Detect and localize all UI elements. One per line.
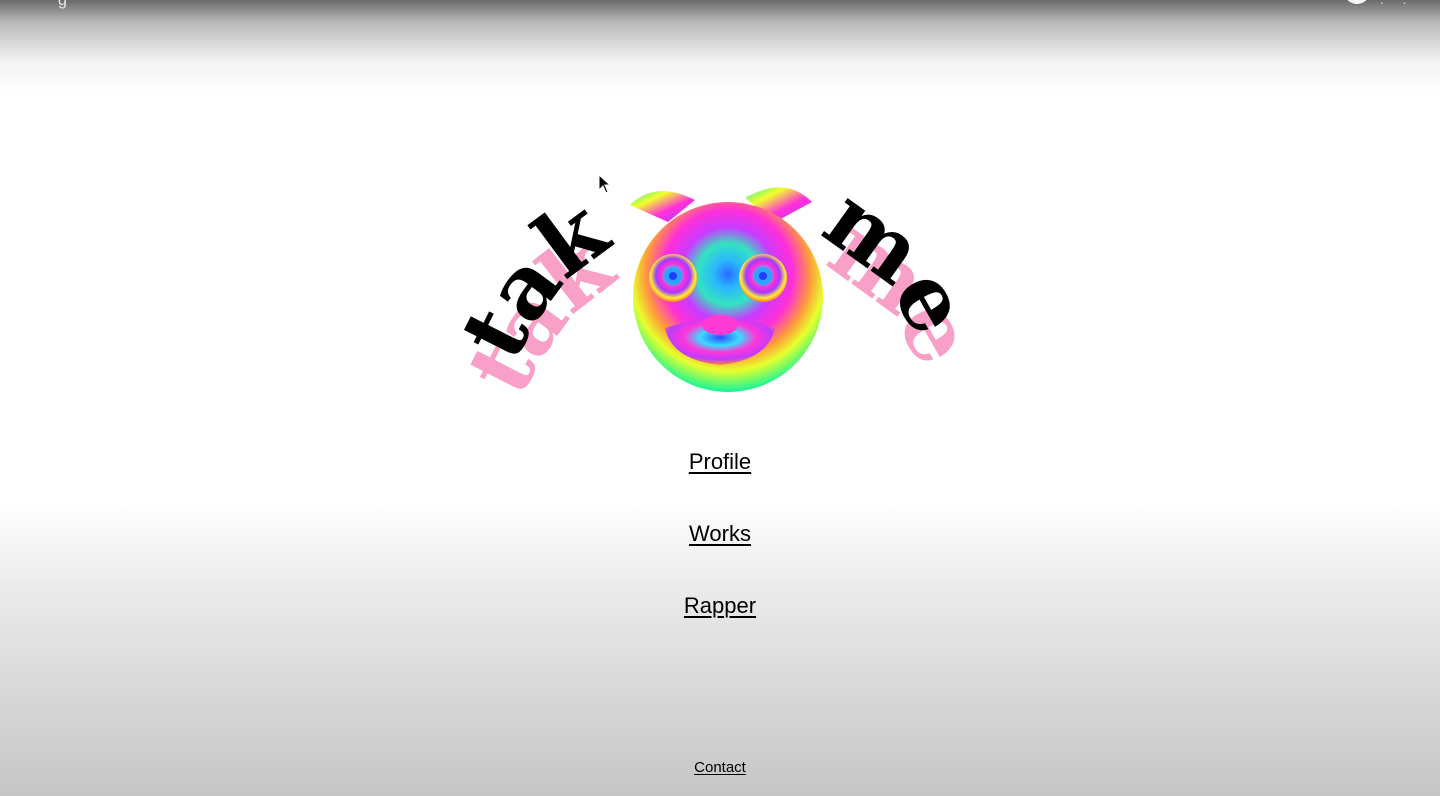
mouse-pointer-icon bbox=[598, 174, 612, 194]
rainbow-cat-face-icon bbox=[630, 187, 823, 392]
site-logo[interactable]: tak me tak me bbox=[439, 160, 995, 430]
nav-link-works[interactable]: Works bbox=[689, 521, 751, 546]
overlay-title-fragment: g bbox=[58, 0, 67, 9]
overlay-menu-icon: ⋮ ⋮ bbox=[1375, 0, 1414, 7]
contact-link[interactable]: Contact bbox=[694, 759, 746, 776]
nav-profile-row: Profile bbox=[0, 449, 1440, 475]
nav-link-rapper[interactable]: Rapper bbox=[684, 593, 756, 618]
nav-link-profile[interactable]: Profile bbox=[689, 449, 751, 474]
overlay-avatar-icon bbox=[1344, 0, 1370, 4]
nav-rapper-row: Rapper bbox=[0, 593, 1440, 619]
nav-works-row: Works bbox=[0, 521, 1440, 547]
footer-contact-row: Contact bbox=[0, 759, 1440, 777]
